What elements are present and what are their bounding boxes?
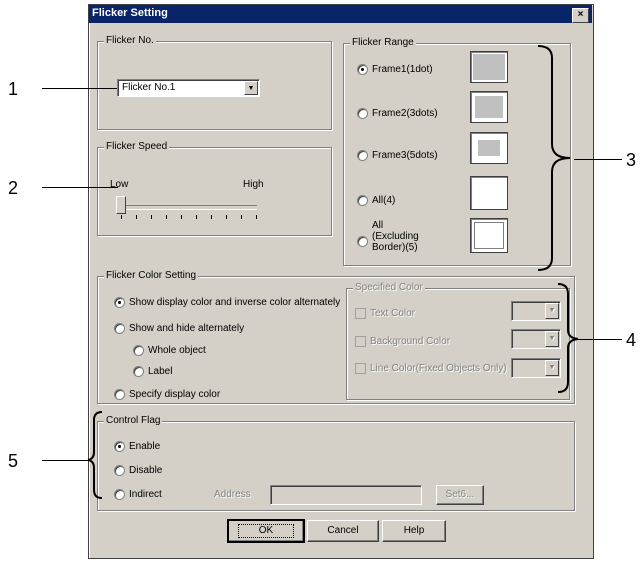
range-label-all-excl-line1: All (372, 220, 384, 231)
color-label-label: Label (148, 366, 173, 377)
callout-5-leader (42, 460, 90, 461)
dialog-title: Flicker Setting (92, 7, 168, 19)
address-input[interactable] (270, 485, 422, 505)
range-radio-frame2[interactable] (357, 108, 368, 119)
speed-low-label: Low (110, 179, 129, 190)
range-radio-frame1[interactable] (357, 64, 368, 75)
color-label-whole-object: Whole object (148, 345, 206, 356)
flag-radio-disable[interactable] (114, 465, 125, 476)
ok-button[interactable]: OK (227, 519, 305, 543)
range-radio-frame3[interactable] (357, 150, 368, 161)
callout-3: 3 (626, 150, 637, 170)
cancel-button-label: Cancel (327, 525, 359, 536)
range-radio-all-excluding-border[interactable] (357, 236, 368, 247)
color-label-inverse: Show display color and inverse color alt… (129, 297, 341, 308)
chevron-down-icon[interactable]: ▼ (244, 81, 258, 95)
callout-5: 5 (8, 451, 19, 471)
line-color-label: Line Color(Fixed Objects Only) (370, 363, 507, 374)
help-button[interactable]: Help (382, 520, 446, 542)
callout-5-brace (87, 411, 103, 499)
background-color-label: Background Color (370, 336, 451, 347)
frame2-preview-icon (470, 91, 508, 123)
callout-1-leader (42, 88, 117, 89)
flag-radio-enable[interactable] (114, 441, 125, 452)
text-color-checkbox[interactable] (355, 308, 366, 319)
flag-label-indirect: Indirect (129, 489, 162, 500)
color-radio-whole-object[interactable] (133, 345, 144, 356)
close-icon: × (577, 9, 584, 20)
all-excluding-border-preview-icon (470, 218, 508, 253)
color-setting-group-label: Flicker Color Setting (104, 270, 199, 281)
background-color-checkbox[interactable] (355, 336, 366, 347)
frame1-preview-icon (470, 51, 508, 83)
flicker-speed-group: Flicker Speed (97, 141, 332, 236)
set-button[interactable]: Set6... (436, 485, 484, 505)
control-flag-group-label: Control Flag (104, 415, 163, 426)
flicker-range-group-label: Flicker Range (350, 37, 416, 48)
flicker-no-selected-value: Flicker No.1 (122, 82, 176, 93)
flag-label-enable: Enable (129, 441, 161, 452)
callout-1: 1 (8, 79, 19, 99)
range-label-frame1: Frame1(1dot) (372, 64, 433, 75)
range-radio-all[interactable] (357, 195, 368, 206)
frame3-preview-icon (470, 132, 508, 164)
text-color-label: Text Color (370, 308, 416, 319)
callout-2-leader (42, 187, 118, 188)
line-color-select[interactable]: ▼ (511, 358, 561, 378)
color-radio-inverse[interactable] (114, 297, 125, 308)
flicker-speed-group-label: Flicker Speed (104, 141, 170, 152)
flicker-no-select[interactable]: Flicker No.1 ▼ (117, 79, 260, 97)
range-label-all-excl-line2: (Excluding (372, 231, 419, 242)
range-label-frame3: Frame3(5dots) (372, 150, 438, 161)
line-color-checkbox[interactable] (355, 363, 366, 374)
cancel-button[interactable]: Cancel (307, 520, 379, 542)
color-label-specify: Specify display color (129, 389, 221, 400)
flicker-no-group-label: Flicker No. (104, 35, 156, 46)
range-label-all: All(4) (372, 195, 396, 206)
flag-radio-indirect[interactable] (114, 489, 125, 500)
callout-4-leader (578, 339, 622, 340)
text-color-select[interactable]: ▼ (511, 301, 561, 321)
color-radio-label[interactable] (133, 366, 144, 377)
speed-slider-ticks (121, 215, 261, 219)
background-color-select[interactable]: ▼ (511, 329, 561, 349)
speed-slider-thumb[interactable] (116, 196, 126, 214)
all-preview-icon (470, 176, 508, 210)
callout-3-brace (537, 45, 571, 271)
callout-3-leader (574, 159, 622, 160)
flag-label-disable: Disable (129, 465, 163, 476)
callout-4: 4 (626, 330, 637, 350)
color-label-show-hide: Show and hide alternately (129, 323, 245, 334)
callout-4-brace (557, 283, 579, 393)
range-label-all-excl-line3: Border)(5) (372, 242, 418, 253)
address-label: Address (214, 489, 251, 500)
specified-color-group-label: Specified Color (353, 282, 425, 293)
color-radio-specify[interactable] (114, 389, 125, 400)
color-radio-show-hide[interactable] (114, 323, 125, 334)
title-bar[interactable]: Flicker Setting (89, 5, 592, 23)
close-button[interactable]: × (572, 8, 589, 23)
callout-2: 2 (8, 178, 19, 198)
help-button-label: Help (403, 525, 425, 536)
set-button-label: Set6... (445, 489, 475, 500)
speed-high-label: High (243, 179, 264, 190)
range-label-frame2: Frame2(3dots) (372, 108, 438, 119)
speed-slider-track[interactable] (120, 205, 257, 210)
ok-button-label: OK (237, 524, 295, 538)
